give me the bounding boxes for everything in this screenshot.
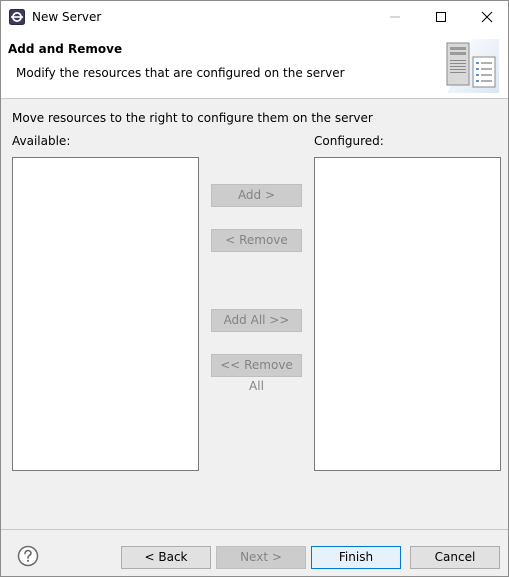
maximize-button[interactable] — [418, 1, 464, 33]
configured-list[interactable] — [314, 157, 501, 471]
instructions-text: Move resources to the right to configure… — [12, 111, 373, 125]
available-list[interactable] — [12, 157, 199, 471]
page-description: Modify the resources that are configured… — [16, 66, 345, 80]
eclipse-icon — [9, 9, 25, 25]
close-button[interactable] — [464, 1, 508, 33]
page-title: Add and Remove — [8, 42, 123, 56]
available-label: Available: — [12, 134, 71, 148]
remove-button[interactable]: < Remove — [211, 229, 302, 252]
new-server-dialog: New Server Add and Remove Modify the res… — [0, 0, 509, 577]
minimize-button[interactable] — [372, 1, 418, 33]
configured-label: Configured: — [314, 134, 384, 148]
server-wizard-icon — [443, 39, 499, 93]
window-title: New Server — [32, 10, 102, 24]
title-bar[interactable]: New Server — [1, 1, 508, 33]
back-button[interactable]: < Back — [121, 546, 211, 569]
cancel-button[interactable]: Cancel — [410, 546, 500, 569]
help-icon[interactable] — [17, 545, 39, 567]
add-all-button[interactable]: Add All >> — [211, 309, 302, 332]
next-button[interactable]: Next > — [216, 546, 306, 569]
remove-all-button[interactable]: << Remove All — [211, 354, 302, 393]
wizard-header: Add and Remove Modify the resources that… — [1, 33, 508, 99]
finish-button[interactable]: Finish — [311, 546, 401, 569]
footer-separator — [1, 529, 508, 530]
add-button[interactable]: Add > — [211, 184, 302, 207]
